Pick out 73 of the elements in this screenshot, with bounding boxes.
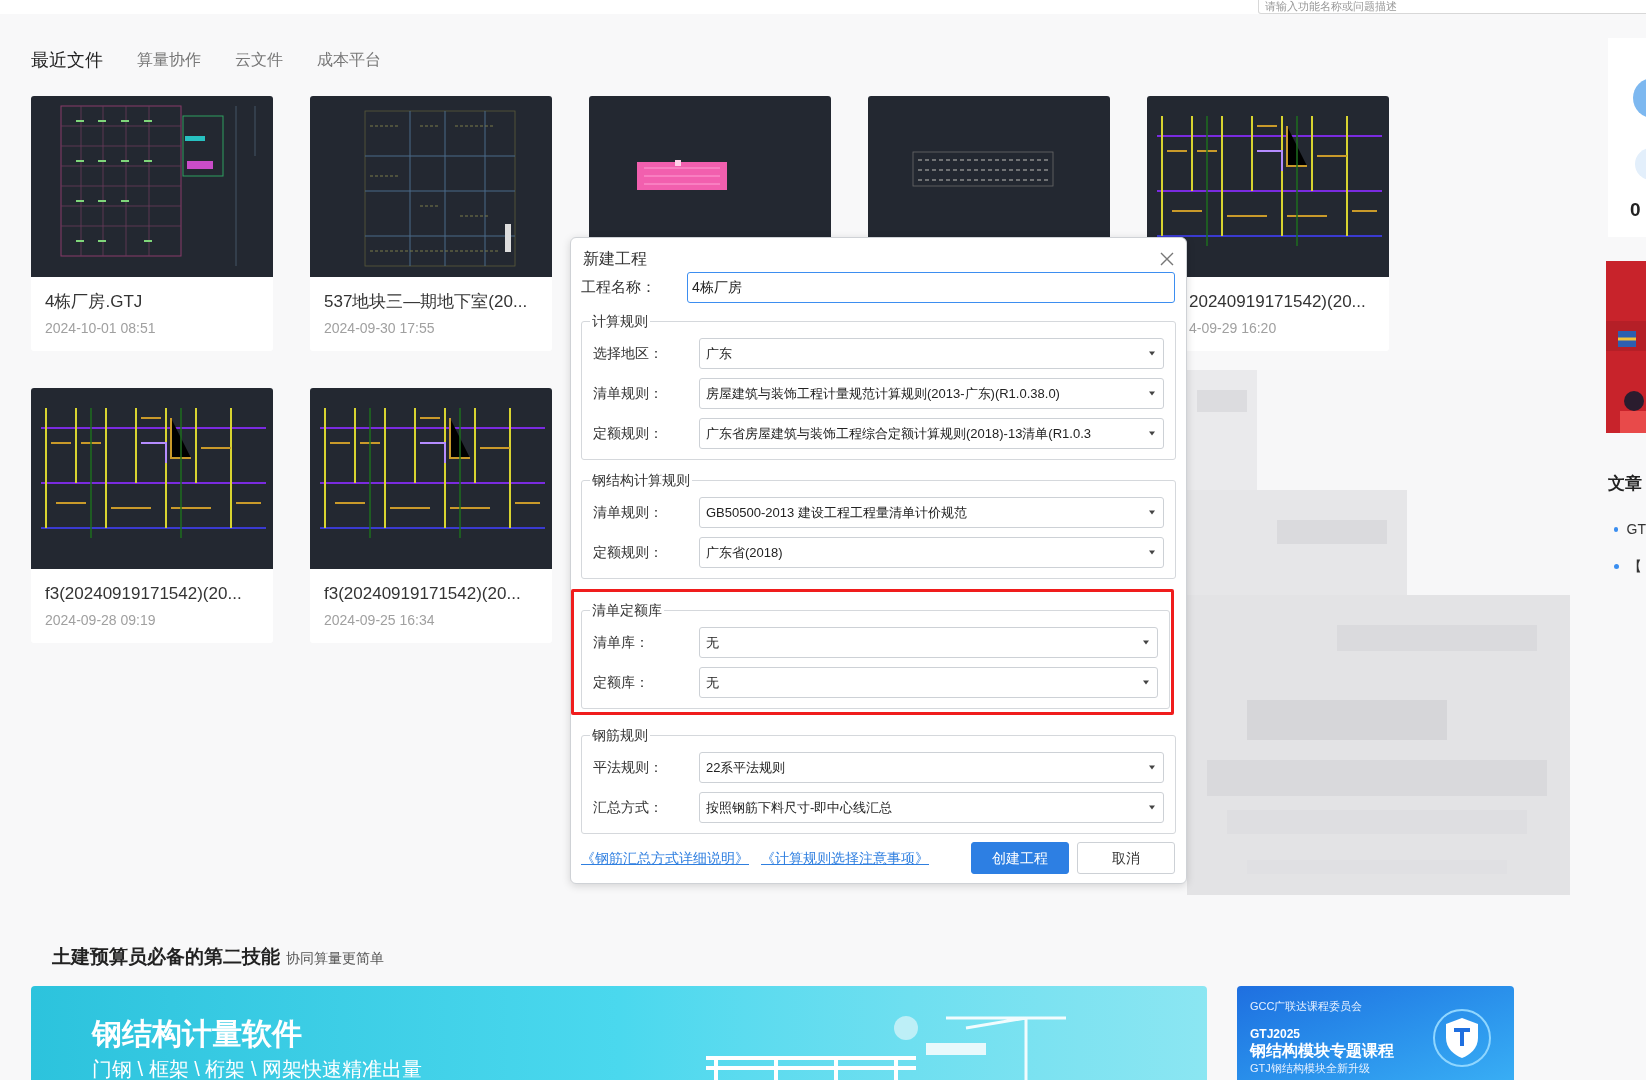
caret-icon <box>1148 391 1156 396</box>
cancel-button[interactable]: 取消 <box>1077 842 1175 874</box>
tab[interactable]: 最近文件 <box>31 46 103 74</box>
section-heading: 文章 <box>1608 473 1643 495</box>
field-label: 选择地区： <box>593 344 664 363</box>
section-subtitle: 协同算量更简单 <box>286 949 384 968</box>
field-label: 定额库： <box>593 673 650 692</box>
help-link[interactable]: 《钢筋汇总方式详细说明》 <box>581 847 749 869</box>
file-time: 4-09-29 16:20 <box>1189 319 1278 337</box>
caret-icon <box>1148 550 1156 555</box>
caret-icon <box>1142 640 1150 645</box>
tab[interactable]: 成本平台 <box>317 48 381 72</box>
field-label: 汇总方式： <box>593 798 664 817</box>
dropdown[interactable]: 22系平法规则 <box>699 752 1164 783</box>
dropdown[interactable]: GB50500-2013 建设工程工程量清单计价规范 <box>699 497 1164 528</box>
field-label: 定额规则： <box>593 424 664 443</box>
tab[interactable]: 算量协作 <box>137 48 201 72</box>
file-card[interactable]: 4栋厂房.GTJ 2024-10-01 08:51 <box>31 96 273 351</box>
banner-title: 钢结构计量软件 <box>92 1015 303 1052</box>
field-label: 工程名称： <box>581 277 657 298</box>
file-name: f3(20240919171542)(20... <box>45 583 243 605</box>
field-label: 平法规则： <box>593 758 664 777</box>
shield-icon <box>1432 1007 1492 1068</box>
banner-subtitle: 门钢 \ 框架 \ 桁架 \ 网架快速精准出量 <box>92 1056 423 1080</box>
stat-value: 0 <box>1630 198 1641 222</box>
caret-icon <box>1142 680 1150 685</box>
file-card[interactable]: 537地块三—期地下室(20... 2024-09-30 17:55 <box>310 96 552 351</box>
file-name: 4栋厂房.GTJ <box>45 291 144 313</box>
dropdown[interactable]: 广东省(2018) <box>699 537 1164 568</box>
field-label: 清单规则： <box>593 384 664 403</box>
article-link[interactable]: GT <box>1626 518 1646 540</box>
field-label: 清单库： <box>593 633 650 652</box>
create-button[interactable]: 创建工程 <box>971 842 1069 874</box>
banner-org: GCC广联达课程委员会 <box>1250 999 1364 1013</box>
caret-icon <box>1148 805 1156 810</box>
group-title: 计算规则 <box>590 311 650 331</box>
article-link[interactable]: 【 <box>1628 555 1642 577</box>
bullet-icon <box>1614 563 1619 569</box>
banner-product: GTJ2025 <box>1250 1026 1302 1041</box>
course-banner[interactable]: GCC广联达课程委员会 GTJ2025 钢结构模块专题课程 GTJ钢结构模块全新升级 <box>1237 985 1514 1080</box>
group-title: 钢筋规则 <box>590 725 650 745</box>
caret-icon <box>1148 431 1156 436</box>
file-time: 2024-09-30 17:55 <box>324 319 436 337</box>
caret-icon <box>1148 510 1156 515</box>
file-card[interactable]: f3(20240919171542)(20... 2024-09-25 16:34 <box>310 388 552 643</box>
bullet-icon <box>1614 526 1618 532</box>
dropdown[interactable]: 广东 <box>699 338 1164 369</box>
close-icon[interactable] <box>1160 252 1174 266</box>
file-time: 2024-09-25 16:34 <box>324 611 436 629</box>
group-title: 钢结构计算规则 <box>590 470 692 490</box>
project-name-field[interactable]: 4栋厂房 <box>687 272 1175 303</box>
tab[interactable]: 云文件 <box>235 48 283 72</box>
file-card[interactable]: f3(20240919171542)(20... 2024-09-28 09:19 <box>31 388 273 643</box>
dropdown[interactable]: 房屋建筑与装饰工程计量规范计算规则(2013-广东)(R1.0.38.0) <box>699 378 1164 409</box>
file-name: 20240919171542)(20... <box>1189 291 1367 313</box>
field-label: 清单规则： <box>593 503 664 522</box>
caret-icon <box>1148 765 1156 770</box>
banner-title: 钢结构模块专题课程 <box>1250 1040 1395 1061</box>
file-name: f3(20240919171542)(20... <box>324 583 522 605</box>
banner-subtitle: GTJ钢结构模块全新升级 <box>1250 1061 1371 1075</box>
section-heading: 土建预算员必备的第二技能 <box>52 945 280 969</box>
dialog-title: 新建工程 <box>583 249 647 269</box>
file-card[interactable]: 20240919171542)(20... 4-09-29 16:20 <box>1147 96 1389 351</box>
dropdown[interactable]: 按照钢筋下料尺寸-即中心线汇总 <box>699 792 1164 823</box>
file-name: 537地块三—期地下室(20... <box>324 291 529 313</box>
field-label: 定额规则： <box>593 543 664 562</box>
dropdown[interactable]: 无 <box>699 627 1158 658</box>
help-link[interactable]: 《计算规则选择注意事项》 <box>761 847 929 869</box>
group-title: 清单定额库 <box>590 600 664 620</box>
file-time: 2024-09-28 09:19 <box>45 611 157 629</box>
file-time: 2024-10-01 08:51 <box>45 319 157 337</box>
dropdown[interactable]: 广东省房屋建筑与装饰工程综合定额计算规则(2018)-13清单(R1.0.3 <box>699 418 1164 449</box>
dropdown[interactable]: 无 <box>699 667 1158 698</box>
